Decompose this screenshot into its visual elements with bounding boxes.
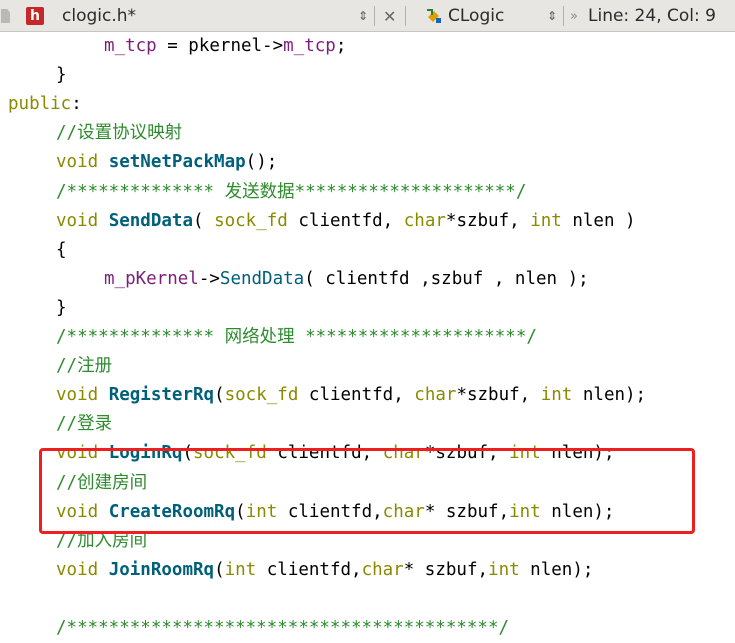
h-file-icon: h [26, 7, 44, 25]
code-token: //注册 [56, 356, 113, 377]
code-token: nlen ) [561, 210, 636, 231]
toolbar-divider [563, 6, 564, 26]
file-dropdown-icon[interactable]: ⇕ [358, 0, 368, 32]
code-token: int [488, 559, 520, 580]
code-token: } [56, 65, 67, 86]
code-token: = pkernel-> [156, 36, 284, 56]
code-token: ( [193, 210, 215, 231]
code-line: void SendData( sock_fd clientfd, char*sz… [56, 207, 636, 236]
code-token: *szbuf, [445, 210, 531, 231]
code-token: void [56, 152, 99, 173]
code-token: -> [198, 268, 220, 289]
code-token: : [71, 94, 82, 115]
highlight-box [39, 448, 695, 534]
code-line: //登录 [56, 410, 112, 439]
code-token: int [224, 559, 257, 580]
file-tab[interactable]: clogic.h* [62, 0, 136, 32]
code-token: m_tcp [283, 36, 336, 56]
code-token: (); [245, 152, 278, 173]
code-token: /***************************************… [56, 618, 510, 638]
document-icon [1, 9, 10, 23]
code-token: /************** 发送数据********************… [56, 181, 527, 202]
class-dropdown-icon[interactable]: ⇕ [547, 0, 557, 32]
code-token: void [56, 210, 99, 231]
code-token: clientfd, [256, 559, 362, 580]
code-line: } [56, 294, 67, 323]
code-token: SendData [108, 210, 193, 231]
code-token: int [530, 210, 562, 231]
code-token: clientfd, [298, 385, 415, 406]
class-selector-label: CLogic [448, 6, 505, 26]
class-selector[interactable]: CLogic [448, 0, 504, 32]
code-token: char [414, 385, 457, 406]
code-token: char [403, 210, 446, 231]
code-token: nlen); [519, 559, 594, 580]
code-token: nlen); [572, 385, 647, 406]
code-token: int [540, 385, 573, 406]
code-token: sock_fd [214, 210, 288, 231]
code-token: void [56, 559, 99, 580]
code-token: { [56, 239, 67, 260]
code-token: //设置协议映射 [56, 123, 183, 144]
code-line: public: [8, 90, 82, 119]
toolbar-divider [405, 6, 406, 26]
code-line: } [56, 61, 67, 90]
file-tab-label: clogic.h* [62, 6, 137, 26]
code-line: void RegisterRq(sock_fd clientfd, char*s… [56, 381, 646, 410]
class-icon [427, 9, 441, 23]
code-line: m_tcp = pkernel->m_tcp; [104, 32, 346, 61]
code-token: public [8, 94, 72, 115]
cursor-position-label: Line: 24, Col: 9 [588, 6, 716, 26]
code-line: void setNetPackMap(); [56, 148, 277, 177]
code-token: RegisterRq [108, 385, 215, 406]
code-token: m_tcp [104, 36, 157, 56]
code-token: *szbuf, [456, 385, 541, 406]
code-token: SendData [219, 268, 305, 289]
code-token: void [56, 385, 99, 406]
code-line: m_pKernel->SendData( clientfd ,szbuf , n… [104, 265, 589, 294]
code-line: /***************************************… [56, 614, 509, 643]
code-token: sock_fd [224, 385, 299, 406]
code-line: /************** 网络处理 *******************… [56, 323, 537, 352]
code-line: { [56, 236, 67, 265]
code-token: * szbuf, [403, 559, 489, 580]
code-token: ( [214, 559, 225, 580]
code-token: ( clientfd ,szbuf , nlen ); [304, 268, 589, 289]
code-token: ( [214, 385, 225, 406]
code-token: char [361, 559, 404, 580]
cursor-position[interactable]: Line: 24, Col: 9 [588, 0, 716, 32]
chevron-right-icon: » [570, 8, 578, 24]
code-line: //设置协议映射 [56, 119, 182, 148]
toolbar-divider [374, 6, 375, 26]
code-token: } [56, 297, 67, 318]
code-token: /************** 网络处理 *******************… [56, 327, 537, 347]
code-token: m_pKernel [104, 268, 199, 289]
code-line: /************** 发送数据********************… [56, 178, 526, 207]
editor-toolbar: h clogic.h* ⇕ ✕ CLogic ⇕ » Line: 24, Col… [0, 0, 735, 32]
close-icon[interactable]: ✕ [383, 0, 396, 32]
code-token: JoinRoomRq [108, 559, 215, 580]
code-token: clientfd, [287, 210, 404, 231]
code-token: setNetPackMap [108, 152, 246, 173]
code-line: //注册 [56, 352, 112, 381]
code-token: ; [335, 36, 347, 56]
code-line: void JoinRoomRq(int clientfd,char* szbuf… [56, 556, 593, 585]
code-token: //登录 [56, 414, 113, 435]
